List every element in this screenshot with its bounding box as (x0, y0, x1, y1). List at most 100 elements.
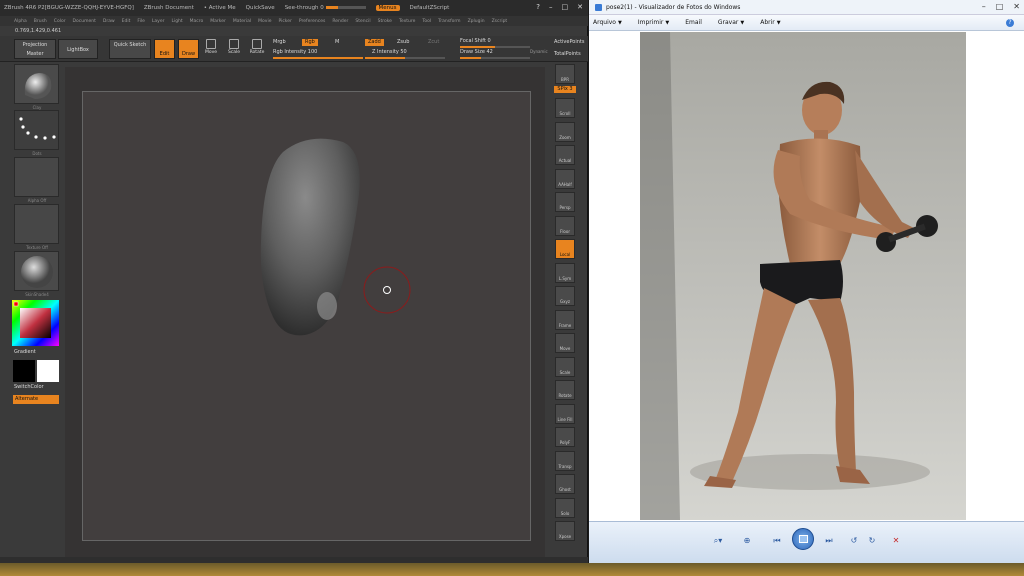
zbrush-menu-render[interactable]: Render (332, 19, 348, 24)
minimize-icon[interactable]: – (982, 2, 986, 11)
menu-email[interactable]: Email (685, 19, 702, 26)
z-intensity-slider[interactable]: Z Intensity 50 (372, 49, 407, 55)
right-shelf-xpose[interactable]: Xpose (555, 521, 575, 541)
help-icon[interactable]: ? (1006, 19, 1014, 27)
close-icon[interactable]: ✕ (1013, 2, 1020, 11)
fit-window-icon[interactable]: ⊕ (739, 534, 755, 548)
right-shelf-gxyz[interactable]: Gxyz (555, 286, 575, 306)
brush-selector[interactable] (14, 64, 59, 104)
right-shelf-aahalf[interactable]: AAHalf (555, 168, 575, 189)
right-shelf-zoom[interactable]: Zoom (555, 121, 575, 142)
menu-gravar[interactable]: Gravar ▼ (718, 19, 744, 26)
right-shelf-scroll[interactable]: Scroll (555, 98, 575, 118)
zbrush-menu-brush[interactable]: Brush (34, 19, 47, 24)
right-shelf-polyf[interactable]: PolyF (555, 427, 575, 447)
sculpt-model[interactable] (83, 92, 532, 542)
right-shelf-scale[interactable]: Scale (555, 356, 575, 377)
projection-master-button[interactable]: Projection Master (14, 39, 56, 59)
zsub-button[interactable]: Zsub (397, 39, 409, 45)
quicksave-button[interactable]: QuickSave (246, 5, 275, 11)
minimize-icon[interactable]: – (549, 3, 553, 11)
zbrush-menu-marker[interactable]: Marker (210, 19, 226, 24)
texture-selector[interactable] (14, 204, 59, 244)
right-shelf-actual[interactable]: Actual (555, 145, 575, 165)
alternate-button[interactable]: Alternate (13, 395, 59, 404)
zbrush-menu-alpha[interactable]: Alpha (14, 19, 27, 24)
edit-button[interactable]: Edit (154, 39, 175, 59)
color-picker[interactable] (12, 300, 59, 346)
zadd-button[interactable]: Zadd (365, 39, 384, 46)
zbrush-menu-preferences[interactable]: Preferences (299, 19, 325, 24)
menu-arquivo[interactable]: Arquivo ▼ (593, 19, 622, 26)
previous-icon[interactable]: ⏮ (767, 534, 787, 548)
scale-button[interactable]: Scale (225, 39, 243, 59)
zbrush-menu-file[interactable]: File (137, 19, 145, 24)
draw-button[interactable]: Draw (178, 39, 199, 59)
rgb-button[interactable]: Rgb (302, 39, 318, 46)
rotate-button[interactable]: Rotate (248, 39, 266, 59)
right-shelf-transp[interactable]: Transp (555, 450, 575, 471)
mrgb-button[interactable]: Mrgb (273, 39, 286, 45)
main-color-swatch[interactable] (13, 360, 35, 382)
move-button[interactable]: Move (202, 39, 220, 59)
document-canvas[interactable] (82, 91, 531, 541)
zbrush-menu-macro[interactable]: Macro (190, 19, 204, 24)
right-shelf-local[interactable]: Local (555, 239, 575, 259)
zbrush-menu-zplugin[interactable]: Zplugin (468, 19, 485, 24)
zbrush-menu-movie[interactable]: Movie (258, 19, 271, 24)
quick-sketch-button[interactable]: Quick Sketch (109, 39, 151, 59)
menus-button[interactable]: Menus (375, 5, 400, 11)
right-shelf-solo[interactable]: Solo (555, 497, 575, 518)
gradient-label[interactable]: Gradient (14, 349, 36, 355)
dynamic-button[interactable]: Dynamic (530, 49, 548, 54)
zbrush-menu-color[interactable]: Color (54, 19, 66, 24)
default-script-button[interactable]: DefaultZScript (410, 5, 450, 11)
right-shelf-l-sym[interactable]: L.Sym (555, 262, 575, 283)
see-through-slider[interactable]: See-through 0 (285, 5, 366, 11)
zbrush-menu-edit[interactable]: Edit (122, 19, 131, 24)
zbrush-menu-texture[interactable]: Texture (399, 19, 415, 24)
maximize-icon[interactable]: □ (996, 2, 1004, 11)
right-shelf-bpr[interactable]: BPR (555, 64, 575, 84)
zbrush-menu-picker[interactable]: Picker (278, 19, 291, 24)
stroke-selector[interactable] (14, 110, 59, 150)
right-shelf-frame[interactable]: Frame (555, 309, 575, 330)
right-shelf-ghost[interactable]: Ghost (555, 474, 575, 494)
spix-button[interactable]: SPix 3 (554, 86, 576, 93)
zoom-icon[interactable]: ⌕▾ (707, 534, 729, 548)
right-shelf-rotate[interactable]: Rotate (555, 380, 575, 400)
rotate-ccw-icon[interactable]: ↺ (847, 534, 861, 548)
close-icon[interactable]: ✕ (577, 3, 583, 11)
rotate-cw-icon[interactable]: ↻ (865, 534, 879, 548)
draw-size-slider[interactable]: Draw Size 42 (460, 49, 493, 55)
next-icon[interactable]: ⏭ (819, 534, 839, 548)
right-shelf-floor[interactable]: Floor (555, 215, 575, 236)
zbrush-menu-tool[interactable]: Tool (422, 19, 431, 24)
zbrush-menu-light[interactable]: Light (171, 19, 182, 24)
menu-abrir[interactable]: Abrir ▼ (760, 19, 780, 26)
menu-imprimir[interactable]: Imprimir ▼ (638, 19, 669, 26)
secondary-color-swatch[interactable] (37, 360, 59, 382)
help-icon[interactable]: ? (536, 3, 540, 11)
zbrush-menu-document[interactable]: Document (73, 19, 96, 24)
right-shelf-move[interactable]: Move (555, 333, 575, 353)
material-selector[interactable] (14, 251, 59, 291)
lightbox-button[interactable]: LightBox (58, 39, 98, 59)
zbrush-menu-transform[interactable]: Transform (438, 19, 460, 24)
switch-color-button[interactable]: SwitchColor (14, 384, 44, 390)
zbrush-menu-stroke[interactable]: Stroke (378, 19, 392, 24)
slideshow-button[interactable] (792, 528, 814, 550)
right-shelf-line-fill[interactable]: Line Fill (555, 403, 575, 424)
delete-icon[interactable]: ✕ (889, 534, 903, 548)
zbrush-menu-layer[interactable]: Layer (152, 19, 165, 24)
maximize-icon[interactable]: □ (562, 3, 569, 11)
m-button[interactable]: M (335, 39, 339, 45)
alpha-selector[interactable] (14, 157, 59, 197)
zbrush-menu-draw[interactable]: Draw (103, 19, 115, 24)
right-shelf-persp[interactable]: Persp (555, 192, 575, 212)
zbrush-menu-material[interactable]: Material (233, 19, 251, 24)
zcut-button[interactable]: Zcut (428, 39, 439, 45)
rgb-intensity-slider[interactable]: Rgb Intensity 100 (273, 49, 317, 55)
zbrush-menu-zscript[interactable]: Zscript (492, 19, 508, 24)
zbrush-menu-stencil[interactable]: Stencil (355, 19, 370, 24)
